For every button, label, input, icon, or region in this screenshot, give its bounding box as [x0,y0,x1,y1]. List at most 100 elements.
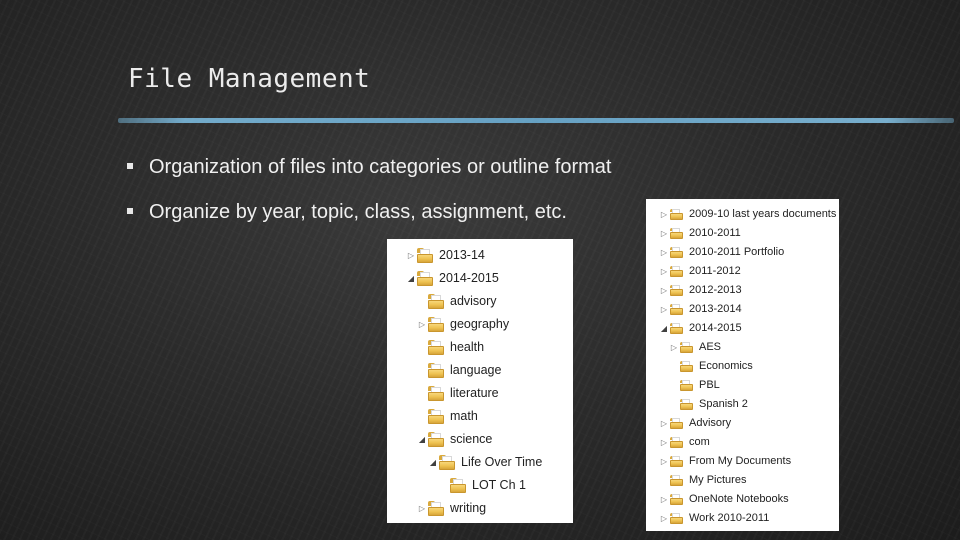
tree-row[interactable]: ▷ 2010-2011 [646,224,839,243]
folder-label: com [689,436,710,448]
tree-row[interactable]: Economics [646,357,839,376]
tree-row[interactable]: Spanish 2 [646,395,839,414]
tree-row[interactable]: ▷ AES [646,338,839,357]
folder-label: writing [450,501,487,516]
tree-row[interactable]: advisory [387,290,573,313]
expand-arrow-icon[interactable]: ▷ [658,210,670,219]
folder-label: health [450,340,485,355]
expand-arrow-icon[interactable]: ▷ [668,343,680,352]
folder-icon [670,417,683,430]
tree-row[interactable]: ▷ Work 2010-2011 [646,509,839,528]
expand-arrow-icon[interactable]: ▷ [658,419,670,428]
expand-arrow-icon[interactable]: ▷ [658,248,670,257]
tree-row[interactable]: health [387,336,573,359]
bullet-text: Organization of files into categories or… [149,156,612,178]
expand-arrow-icon[interactable]: ▷ [416,320,428,329]
tree-row[interactable]: literature [387,382,573,405]
folder-icon [670,303,683,316]
bullet-item: Organize by year, topic, class, assignme… [127,197,611,227]
folder-icon [670,284,683,297]
folder-icon [670,493,683,506]
folder-label: Advisory [689,417,732,429]
tree-row[interactable]: ◢ science [387,428,573,451]
folder-icon [439,455,455,470]
folder-label: From My Documents [689,455,792,467]
expand-arrow-icon[interactable]: ▷ [658,305,670,314]
collapse-arrow-icon[interactable]: ◢ [427,458,439,467]
folder-icon [670,436,683,449]
folder-icon [428,294,444,309]
folder-label: 2009-10 last years documents [689,208,837,220]
expand-arrow-icon[interactable]: ▷ [658,495,670,504]
expand-arrow-icon[interactable]: ▷ [658,267,670,276]
folder-icon [670,208,683,221]
tree-row[interactable]: LOT Ch 1 [387,474,573,497]
tree-row[interactable]: My Pictures [646,471,839,490]
folder-label: Life Over Time [461,455,543,470]
tree-row[interactable]: ▷ com [646,433,839,452]
folder-label: 2012-2013 [689,284,742,296]
folder-label: advisory [450,294,497,309]
folder-label: PBL [699,379,720,391]
tree-row[interactable]: ▷ 2012-2013 [646,281,839,300]
folder-label: science [450,432,493,447]
tree-row[interactable]: ▷ 2009-10 last years documents [646,205,839,224]
expand-arrow-icon[interactable]: ▷ [658,514,670,523]
tree-row[interactable]: ▷ 2013-2014 [646,300,839,319]
tree-row[interactable]: math [387,405,573,428]
expand-arrow-icon[interactable]: ▷ [405,251,417,260]
folder-icon [428,432,444,447]
tree-row[interactable]: ▷ writing [387,497,573,520]
folder-icon [680,379,693,392]
folder-icon [428,363,444,378]
folder-label: 2011-2012 [689,265,741,277]
folder-icon [428,501,444,516]
collapse-arrow-icon[interactable]: ◢ [658,324,670,333]
folder-label: OneNote Notebooks [689,493,789,505]
folder-icon [428,317,444,332]
folder-icon [417,271,433,286]
folder-label: 2014-2015 [439,271,499,286]
expand-arrow-icon[interactable]: ▷ [658,457,670,466]
tree-row[interactable]: PBL [646,376,839,395]
folder-label: language [450,363,502,378]
folder-icon [670,474,683,487]
expand-arrow-icon[interactable]: ▷ [658,438,670,447]
expand-arrow-icon[interactable]: ▷ [658,286,670,295]
folder-label: Economics [699,360,753,372]
folder-label: 2013-14 [439,248,485,263]
tree-row[interactable]: ▷ OneNote Notebooks [646,490,839,509]
tree-row[interactable]: ▷ 2010-2011 Portfolio [646,243,839,262]
collapse-arrow-icon[interactable]: ◢ [405,274,417,283]
folder-label: Spanish 2 [699,398,748,410]
folder-icon [680,341,693,354]
tree-row[interactable]: ◢ 2014-2015 [646,319,839,338]
bullet-square-icon [127,208,133,214]
expand-arrow-icon[interactable]: ▷ [416,504,428,513]
expand-arrow-icon[interactable]: ▷ [658,229,670,238]
folder-label: 2014-2015 [689,322,742,334]
folder-label: 2010-2011 Portfolio [689,246,785,258]
tree-row[interactable]: ◢ Life Over Time [387,451,573,474]
folder-icon [680,398,693,411]
folder-icon [450,478,466,493]
bullet-list: Organization of files into categories or… [127,152,611,242]
folder-label: math [450,409,478,424]
bullet-item: Organization of files into categories or… [127,152,611,182]
bullet-text: Organize by year, topic, class, assignme… [149,201,567,223]
folder-icon [428,386,444,401]
folder-label: AES [699,341,722,353]
tree-row[interactable]: ◢ 2014-2015 [387,267,573,290]
tree-row[interactable]: ▷ 2013-14 [387,244,573,267]
tree-row[interactable]: language [387,359,573,382]
folder-label: literature [450,386,499,401]
tree-row[interactable]: ▷ 2011-2012 [646,262,839,281]
bullet-square-icon [127,163,133,169]
folder-icon [428,409,444,424]
tree-row[interactable]: ▷ geography [387,313,573,336]
collapse-arrow-icon[interactable]: ◢ [416,435,428,444]
folder-icon [670,265,683,278]
tree-row[interactable]: ▷ Advisory [646,414,839,433]
tree-row[interactable]: ▷ From My Documents [646,452,839,471]
folder-label: 2013-2014 [689,303,742,315]
